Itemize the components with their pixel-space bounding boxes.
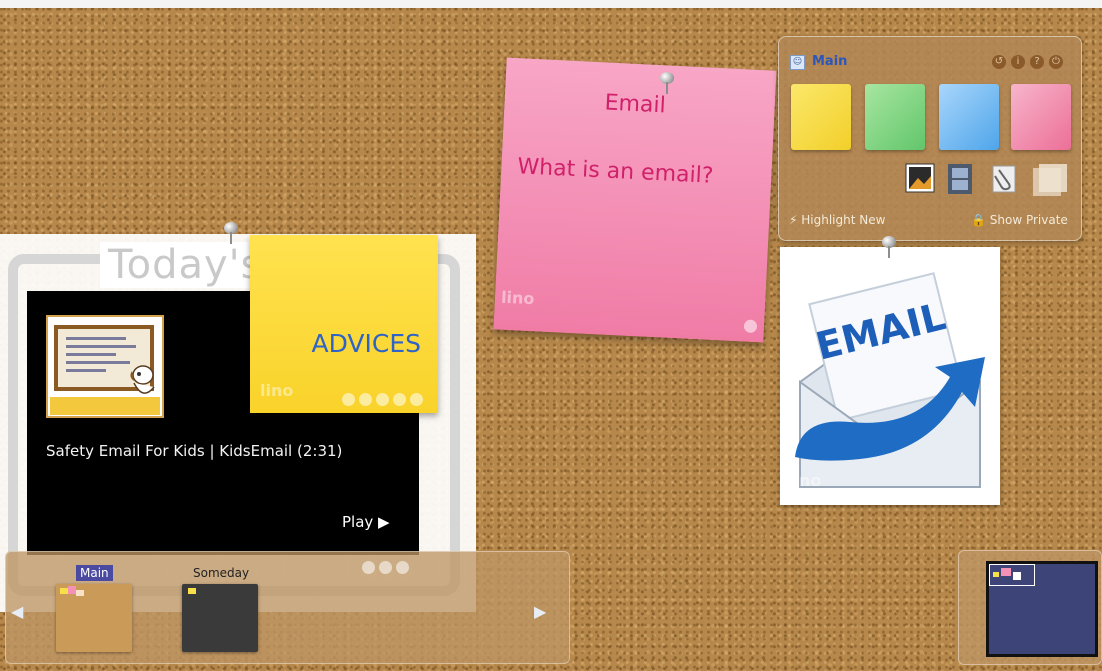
highlight-new-label: Highlight New (801, 213, 886, 227)
strip-action-icons[interactable] (362, 561, 409, 574)
board-thumb-someday[interactable] (182, 584, 258, 652)
yellow-note-swatch[interactable] (791, 84, 851, 150)
yellow-sticky-note[interactable]: ADVICES lino (250, 235, 438, 413)
stack-tool-icon[interactable] (1031, 162, 1071, 204)
video-thumbnail[interactable] (46, 315, 164, 418)
video-tool-icon[interactable] (944, 162, 978, 200)
board-thumb-main[interactable] (56, 584, 132, 652)
pink-note-title: Email (604, 90, 667, 119)
green-note-swatch[interactable] (865, 84, 925, 150)
smiley-icon: ☺ (790, 55, 805, 70)
pin-icon (882, 236, 896, 258)
lightning-icon: ⚡ (789, 213, 798, 227)
lino-watermark: lino (260, 381, 294, 400)
cartoon-dog-icon (130, 365, 155, 394)
scroll-right-arrow[interactable]: ▶ (534, 602, 546, 621)
pin-icon (224, 222, 238, 244)
board-label-someday[interactable]: Someday (189, 565, 253, 581)
board-strip[interactable]: ◀ Main Someday ▶ (5, 551, 570, 664)
power-icon[interactable]: ⏻ (1049, 55, 1063, 69)
help-icon[interactable]: ? (1030, 55, 1044, 69)
blue-note-swatch[interactable] (939, 84, 999, 150)
email-envelope-icon: EMAIL (795, 272, 985, 488)
photo-tool-icon[interactable] (904, 162, 938, 200)
lino-watermark: lino (500, 287, 535, 309)
main-panel-title[interactable]: Main (812, 54, 847, 69)
pink-note-body: What is an email? (516, 154, 715, 189)
back-icon[interactable]: ↺ (992, 55, 1006, 69)
scroll-left-arrow[interactable]: ◀ (11, 602, 23, 621)
note-action-icons[interactable] (743, 319, 758, 334)
lino-watermark: lino (788, 471, 822, 490)
note-action-icons[interactable] (342, 393, 423, 406)
video-title: Safety Email For Kids | KidsEmail (2:31) (46, 442, 343, 460)
navigator-viewport[interactable] (986, 561, 1098, 657)
top-border (0, 0, 1102, 8)
show-private-label: Show Private (989, 213, 1068, 227)
show-private-toggle[interactable]: 🔒 Show Private (971, 213, 1068, 227)
pink-sticky-note[interactable]: Email What is an email? lino (493, 57, 777, 343)
play-button[interactable]: Play ▶ (342, 513, 390, 531)
highlight-new-toggle[interactable]: ⚡ Highlight New (789, 213, 885, 227)
board-navigator[interactable] (958, 550, 1102, 665)
email-image-note[interactable]: EMAIL lino (780, 247, 1000, 505)
yellow-note-text: ADVICES (311, 329, 421, 358)
attachment-tool-icon[interactable] (987, 162, 1021, 200)
main-control-panel[interactable]: ☺ Main ↺ i ? ⏻ ⚡ Highlight New 🔒 Show Pr… (778, 36, 1082, 241)
pin-icon (660, 72, 674, 94)
panel-menu-icons[interactable]: ↺ i ? ⏻ (992, 55, 1063, 69)
board-label-main[interactable]: Main (76, 565, 113, 581)
info-icon[interactable]: i (1011, 55, 1025, 69)
pink-note-swatch[interactable] (1011, 84, 1071, 150)
lock-icon: 🔒 (971, 213, 986, 227)
todays-title: Today's (100, 242, 271, 288)
